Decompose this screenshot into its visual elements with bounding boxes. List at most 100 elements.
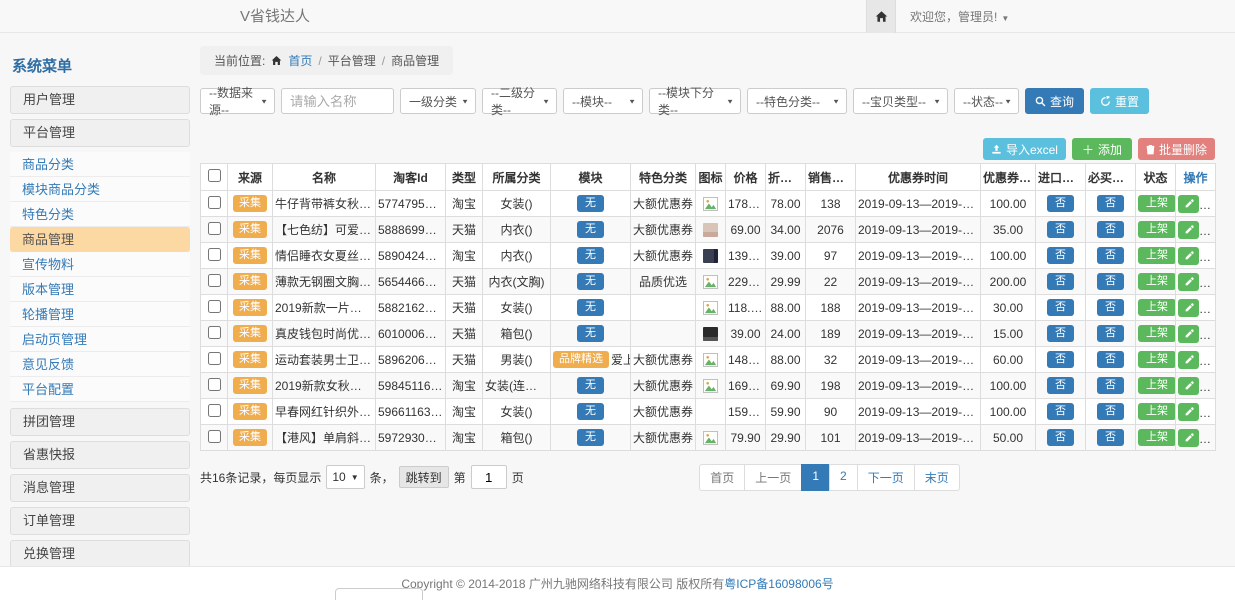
filter-select-item-type[interactable]: --宝贝类型--▼ [853,88,948,114]
status-toggle[interactable]: 上架 [1138,377,1176,394]
must-buy-toggle[interactable]: 否 [1097,403,1124,420]
batch-delete-button[interactable]: 批量删除 [1138,138,1215,160]
status-toggle[interactable]: 上架 [1138,351,1176,368]
edit-button[interactable] [1178,429,1199,447]
row-checkbox[interactable] [208,352,221,365]
filter-select-module-sub-category[interactable]: --模块下分类--▼ [649,88,741,114]
search-button[interactable]: 查询 [1025,88,1084,114]
status-toggle[interactable]: 上架 [1138,221,1176,238]
module-none-badge: 无 [577,273,604,290]
import-select-toggle[interactable]: 否 [1047,377,1074,394]
import-select-toggle[interactable]: 否 [1047,195,1074,212]
select-value: --宝贝类型-- [862,93,926,110]
import-select-toggle[interactable]: 否 [1047,273,1074,290]
import-select-toggle[interactable]: 否 [1047,403,1074,420]
must-buy-toggle[interactable]: 否 [1097,221,1124,238]
add-button[interactable]: ＋ 添加 [1072,138,1132,160]
sidebar-item-意见反馈[interactable]: 意见反馈 [10,352,190,377]
user-menu[interactable]: 欢迎您，管理员!▼ [910,8,1009,25]
pager-button-首页[interactable]: 首页 [699,464,745,491]
status-toggle[interactable]: 上架 [1138,299,1176,316]
filter-select-level2-category[interactable]: --二级分类--▼ [482,88,557,114]
import-select-toggle[interactable]: 否 [1047,325,1074,342]
must-buy-toggle[interactable]: 否 [1097,247,1124,264]
select-all-checkbox[interactable] [208,169,221,182]
sidebar-group-兑换管理[interactable]: 兑换管理 [10,540,190,568]
pager-button-1[interactable]: 1 [801,464,830,491]
edit-button[interactable] [1178,221,1199,239]
status-toggle[interactable]: 上架 [1138,273,1176,290]
filter-select-level1-category[interactable]: 一级分类▼ [400,88,476,114]
edit-button[interactable] [1178,403,1199,421]
filter-select-feature-category[interactable]: --特色分类--▼ [747,88,847,114]
sidebar-item-宣传物料[interactable]: 宣传物料 [10,252,190,277]
sidebar-item-商品管理[interactable]: 商品管理 [10,227,190,252]
edit-button[interactable] [1178,299,1199,317]
sidebar-item-启动页管理[interactable]: 启动页管理 [10,327,190,352]
icp-link[interactable]: 粤ICP备16098006号 [724,577,833,591]
must-buy-toggle[interactable]: 否 [1097,299,1124,316]
category-cell: 内衣() [483,217,551,243]
row-checkbox[interactable] [208,222,221,235]
row-checkbox[interactable] [208,378,221,391]
import-select-toggle[interactable]: 否 [1047,429,1074,446]
must-buy-toggle[interactable]: 否 [1097,195,1124,212]
import-excel-button[interactable]: 导入excel [983,138,1066,160]
sidebar-item-特色分类[interactable]: 特色分类 [10,202,190,227]
row-checkbox[interactable] [208,326,221,339]
edit-button[interactable] [1178,247,1199,265]
row-checkbox[interactable] [208,430,221,443]
status-toggle[interactable]: 上架 [1138,195,1176,212]
pager-button-末页[interactable]: 末页 [914,464,960,491]
source-badge: 采集 [233,403,267,420]
sidebar-item-平台配置[interactable]: 平台配置 [10,377,190,402]
sidebar-item-商品分类[interactable]: 商品分类 [10,152,190,177]
edit-button[interactable] [1178,351,1199,369]
edit-button[interactable] [1178,377,1199,395]
sidebar-item-版本管理[interactable]: 版本管理 [10,277,190,302]
page-number-input[interactable] [471,465,507,489]
sidebar-item-轮播管理[interactable]: 轮播管理 [10,302,190,327]
sidebar-group-消息管理[interactable]: 消息管理 [10,474,190,502]
name-search-input[interactable] [281,88,394,114]
status-toggle[interactable]: 上架 [1138,429,1176,446]
sidebar-group-用户管理[interactable]: 用户管理 [10,86,190,114]
row-checkbox[interactable] [208,404,221,417]
filter-select-module[interactable]: --模块--▼ [563,88,643,114]
filter-select-status[interactable]: --状态--▼ [954,88,1019,114]
reset-button[interactable]: 重置 [1090,88,1149,114]
must-buy-toggle[interactable]: 否 [1097,325,1124,342]
edit-button[interactable] [1178,325,1199,343]
row-checkbox[interactable] [208,274,221,287]
pagination-summary: 共16条记录，每页显示 10 ▼ 条， 跳转到 第 页 [200,465,524,489]
breadcrumb-home-link[interactable]: 首页 [288,52,312,69]
per-page-select[interactable]: 10 ▼ [326,465,364,489]
row-checkbox[interactable] [208,300,221,313]
status-toggle[interactable]: 上架 [1138,325,1176,342]
status-toggle[interactable]: 上架 [1138,247,1176,264]
sidebar-group-拼团管理[interactable]: 拼团管理 [10,408,190,436]
must-buy-toggle[interactable]: 否 [1097,351,1124,368]
sidebar-group-平台管理[interactable]: 平台管理 [10,119,190,147]
sidebar-group-省惠快报[interactable]: 省惠快报 [10,441,190,469]
status-toggle[interactable]: 上架 [1138,403,1176,420]
home-button[interactable] [866,0,896,33]
row-checkbox[interactable] [208,248,221,261]
sidebar-group-订单管理[interactable]: 订单管理 [10,507,190,535]
must-buy-toggle[interactable]: 否 [1097,429,1124,446]
filter-select-data-source[interactable]: --数据来源--▼ [200,88,275,114]
pager-button-上一页[interactable]: 上一页 [744,464,802,491]
row-checkbox[interactable] [208,196,221,209]
pager-button-2[interactable]: 2 [829,464,858,491]
pager-button-下一页[interactable]: 下一页 [857,464,915,491]
import-select-toggle[interactable]: 否 [1047,247,1074,264]
sidebar-item-模块商品分类[interactable]: 模块商品分类 [10,177,190,202]
import-select-toggle[interactable]: 否 [1047,351,1074,368]
must-buy-toggle[interactable]: 否 [1097,273,1124,290]
edit-button[interactable] [1178,195,1199,213]
import-select-toggle[interactable]: 否 [1047,299,1074,316]
must-buy-toggle[interactable]: 否 [1097,377,1124,394]
import-select-toggle[interactable]: 否 [1047,221,1074,238]
edit-button[interactable] [1178,273,1199,291]
jump-button[interactable]: 跳转到 [399,466,449,488]
